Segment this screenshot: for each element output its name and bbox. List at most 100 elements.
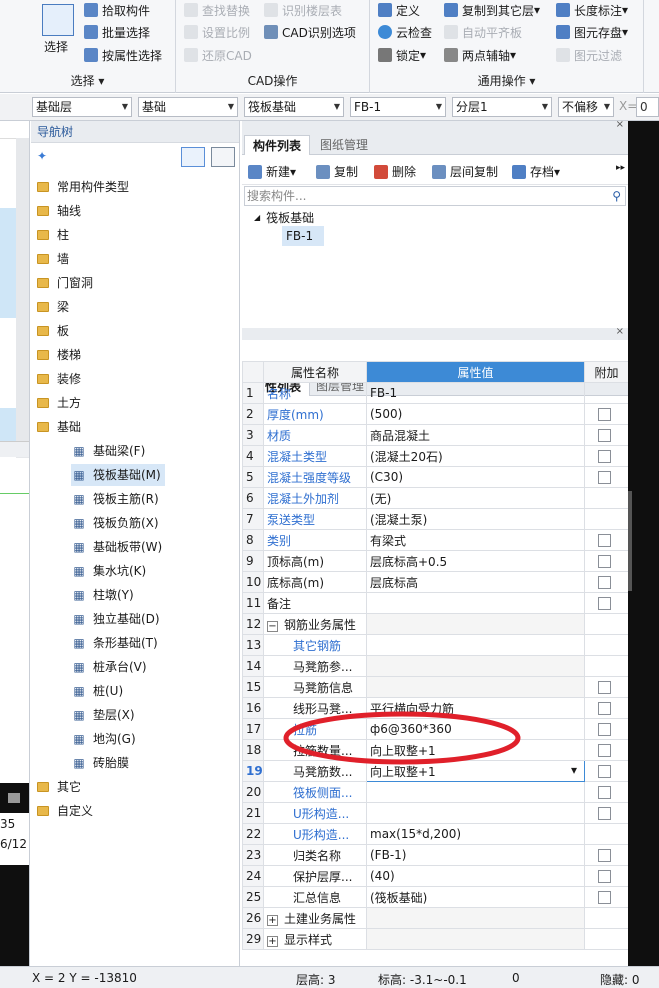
checkbox[interactable] xyxy=(598,702,611,715)
ribbon-group-label-common[interactable]: 通用操作 ▾ xyxy=(370,72,643,89)
nav-child-8[interactable]: ▦ 条形基础(T) xyxy=(71,632,157,654)
property-value[interactable]: (500) xyxy=(366,403,585,425)
floor-copy-button[interactable]: 层间复制 xyxy=(432,163,498,180)
offset-select[interactable]: 不偏移 ▼ xyxy=(558,97,614,117)
tab-drawing-management[interactable]: 图纸管理 xyxy=(312,135,376,155)
property-value[interactable]: (无) xyxy=(366,487,585,509)
nav-folder-8[interactable]: 装修 xyxy=(37,368,81,390)
nav-folder-9[interactable]: 土方 xyxy=(37,392,81,414)
checkbox[interactable] xyxy=(598,681,611,694)
expand-icon[interactable]: + xyxy=(267,914,278,926)
checkbox[interactable] xyxy=(598,534,611,547)
nav-child-0[interactable]: ▦ 基础梁(F) xyxy=(71,440,145,462)
property-row[interactable]: 20 筏板侧面... xyxy=(242,781,629,803)
nav-child-11[interactable]: ▦ 垫层(X) xyxy=(71,704,134,726)
nav-folder-6[interactable]: 板 xyxy=(37,320,69,342)
property-value[interactable] xyxy=(366,676,585,698)
nav-child-1[interactable]: ▦ 筏板基础(M) xyxy=(71,464,165,486)
nav-child-3[interactable]: ▦ 筏板负筋(X) xyxy=(71,512,158,534)
property-value[interactable]: (混凝土泵) xyxy=(366,508,585,530)
checkbox[interactable] xyxy=(598,807,611,820)
tree-item-fb1[interactable]: FB-1 xyxy=(282,226,324,246)
checkbox[interactable] xyxy=(598,723,611,736)
property-row[interactable]: 15 马凳筋信息 xyxy=(242,676,629,698)
close-icon[interactable]: × xyxy=(616,326,624,337)
property-row[interactable]: 6 混凝土外加剂 (无) xyxy=(242,487,629,509)
property-value[interactable]: 有梁式 xyxy=(366,529,585,551)
batch-select-button[interactable]: 批量选择 xyxy=(84,22,150,42)
horizontal-scrollbar[interactable] xyxy=(0,441,29,457)
category-select[interactable]: 基础 ▼ xyxy=(138,97,238,117)
property-value[interactable]: 层底标高+0.5 xyxy=(366,550,585,572)
nav-folder-4[interactable]: 门窗洞 xyxy=(37,272,93,294)
menu-icon[interactable] xyxy=(8,793,20,803)
property-value[interactable]: 商品混凝土 xyxy=(366,424,585,446)
nav-child-7[interactable]: ▦ 独立基础(D) xyxy=(71,608,159,630)
property-value[interactable] xyxy=(366,592,585,614)
property-value[interactable]: 层底标高 xyxy=(366,571,585,593)
checkbox[interactable] xyxy=(598,744,611,757)
nav-child-10[interactable]: ▦ 桩(U) xyxy=(71,680,123,702)
archive-button[interactable]: 存档 ▾ xyxy=(512,163,560,180)
delete-button[interactable]: 删除 xyxy=(374,163,416,180)
property-value[interactable] xyxy=(366,634,585,656)
property-row[interactable]: 9 顶标高(m) 层底标高+0.5 xyxy=(242,550,629,572)
nav-folder-0[interactable]: 常用构件类型 xyxy=(37,176,129,198)
property-value[interactable] xyxy=(366,907,585,929)
lock-button[interactable]: 锁定 ▾ xyxy=(378,45,426,65)
property-row[interactable]: 3 材质 商品混凝土 xyxy=(242,424,629,446)
nav-folder-3[interactable]: 墙 xyxy=(37,248,69,270)
property-row[interactable]: 8 类别 有梁式 xyxy=(242,529,629,551)
property-value[interactable]: FB-1 xyxy=(366,382,585,404)
property-row[interactable]: 29 + 显示样式 xyxy=(242,928,629,950)
restore-cad-button[interactable]: 还原CAD xyxy=(184,45,252,65)
property-row[interactable]: 2 厚度(mm) (500) xyxy=(242,403,629,425)
auto-align-slab-button[interactable]: 自动平齐板 xyxy=(444,22,522,42)
pick-component-button[interactable]: 拾取构件 xyxy=(84,0,150,20)
property-row[interactable]: 11 备注 xyxy=(242,592,629,614)
property-row[interactable]: 23 归类名称 (FB-1) xyxy=(242,844,629,866)
property-value[interactable] xyxy=(366,613,585,635)
list-view-icon[interactable] xyxy=(181,147,205,167)
component-select[interactable]: FB-1 ▼ xyxy=(350,97,446,117)
property-row[interactable]: 13 其它钢筋 xyxy=(242,634,629,656)
checkbox[interactable] xyxy=(598,429,611,442)
property-row[interactable]: 24 保护层厚... (40) xyxy=(242,865,629,887)
cad-options-button[interactable]: CAD识别选项 xyxy=(264,22,356,42)
select-big-button[interactable]: 选择 xyxy=(44,38,68,55)
vertical-scrollbar[interactable] xyxy=(16,138,29,458)
checkbox[interactable] xyxy=(598,576,611,589)
property-row[interactable]: 4 混凝土类型 (混凝土20石) xyxy=(242,445,629,467)
property-value[interactable]: max(15*d,200) xyxy=(366,823,585,845)
chevron-down-icon[interactable]: ▾ xyxy=(571,763,577,777)
nav-child-5[interactable]: ▦ 集水坑(K) xyxy=(71,560,146,582)
select-tool-icon[interactable] xyxy=(42,4,74,36)
expand-icon[interactable]: + xyxy=(267,935,278,947)
nav-folder-2[interactable]: 柱 xyxy=(37,224,69,246)
property-value[interactable]: (筏板基础) xyxy=(366,886,585,908)
collapse-arrow-icon[interactable]: ◢ xyxy=(254,213,260,222)
splitter-handle[interactable] xyxy=(628,491,632,591)
property-row[interactable]: 7 泵送类型 (混凝土泵) xyxy=(242,508,629,530)
set-scale-button[interactable]: 设置比例 xyxy=(184,22,250,42)
nav-child-2[interactable]: ▦ 筏板主筋(R) xyxy=(71,488,158,510)
nav-child-4[interactable]: ▦ 基础板带(W) xyxy=(71,536,162,558)
property-row[interactable]: 25 汇总信息 (筏板基础) xyxy=(242,886,629,908)
property-value[interactable] xyxy=(366,655,585,677)
property-value[interactable] xyxy=(366,781,585,803)
define-button[interactable]: 定义 xyxy=(378,0,420,20)
new-button[interactable]: 新建 ▾ xyxy=(248,163,296,180)
nav-child-12[interactable]: ▦ 地沟(G) xyxy=(71,728,135,750)
checkbox[interactable] xyxy=(598,870,611,883)
property-row[interactable]: 21 U形构造... xyxy=(242,802,629,824)
property-row[interactable]: 5 混凝土强度等级 (C30) xyxy=(242,466,629,488)
nav-child-13[interactable]: ▦ 砖胎膜 xyxy=(71,752,129,774)
tab-component-list[interactable]: 构件列表 xyxy=(244,135,311,155)
checkbox[interactable] xyxy=(598,849,611,862)
nav-folder-1[interactable]: 轴线 xyxy=(37,200,81,222)
nav-folder-7[interactable]: 楼梯 xyxy=(37,344,81,366)
close-icon[interactable]: × xyxy=(616,119,624,130)
identify-floor-table-button[interactable]: 识别楼层表 xyxy=(264,0,342,20)
property-row[interactable]: 22 U形构造... max(15*d,200) xyxy=(242,823,629,845)
length-dimension-button[interactable]: 长度标注 ▾ xyxy=(556,0,628,20)
